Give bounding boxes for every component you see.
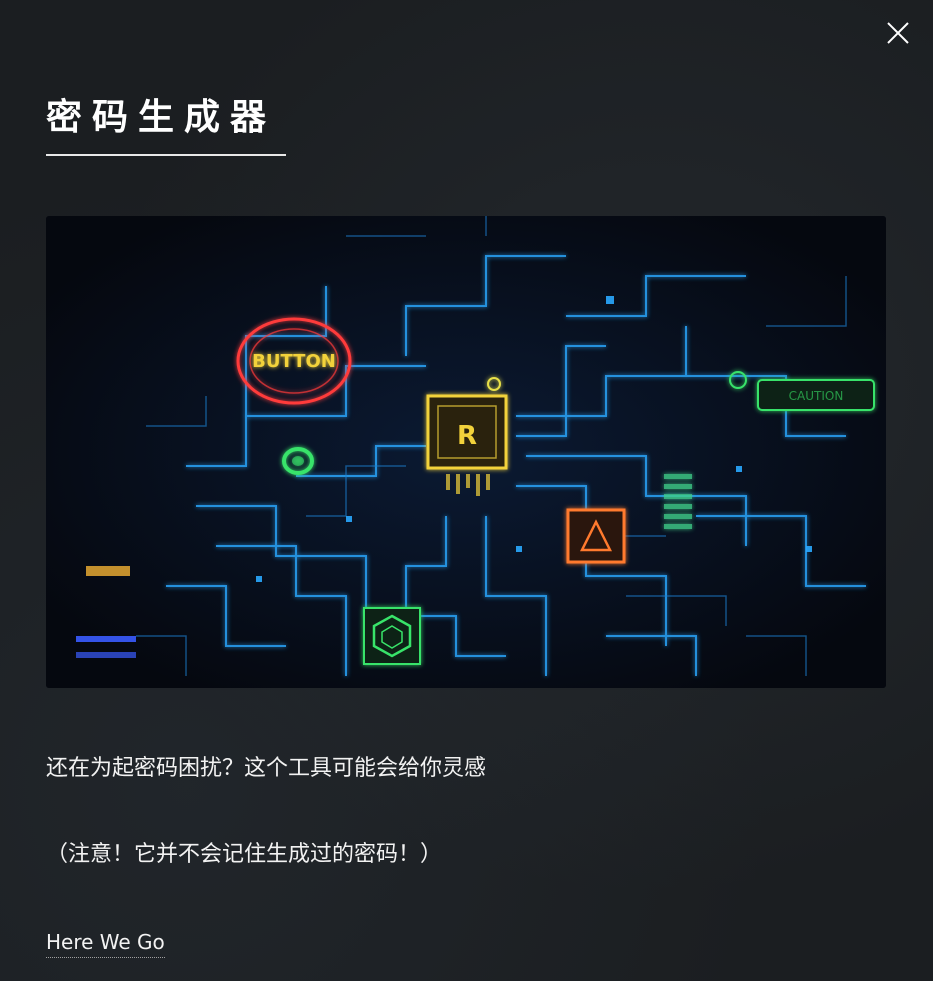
here-we-go-link[interactable]: Here We Go [46,928,165,958]
title-underline [46,154,286,156]
hero-image: BUTTON R CAUTION [46,216,886,688]
hero-button-label: BUTTON [252,351,336,372]
close-icon [887,22,909,44]
hero-chip-letter: R [457,421,477,451]
page-title: 密码生成器 [46,97,277,138]
description-line-1: 还在为起密码困扰？这个工具可能会给你灵感 [46,756,487,781]
hero-caution-label: CAUTION [789,389,844,403]
close-button[interactable] [885,20,911,46]
description-line-2: （注意！它并不会记住生成过的密码！） [46,842,443,867]
generator-modal: 密码生成器 BUTTON R CAUTION 还在为起密码困扰？这个工具可能会给… [0,0,933,981]
